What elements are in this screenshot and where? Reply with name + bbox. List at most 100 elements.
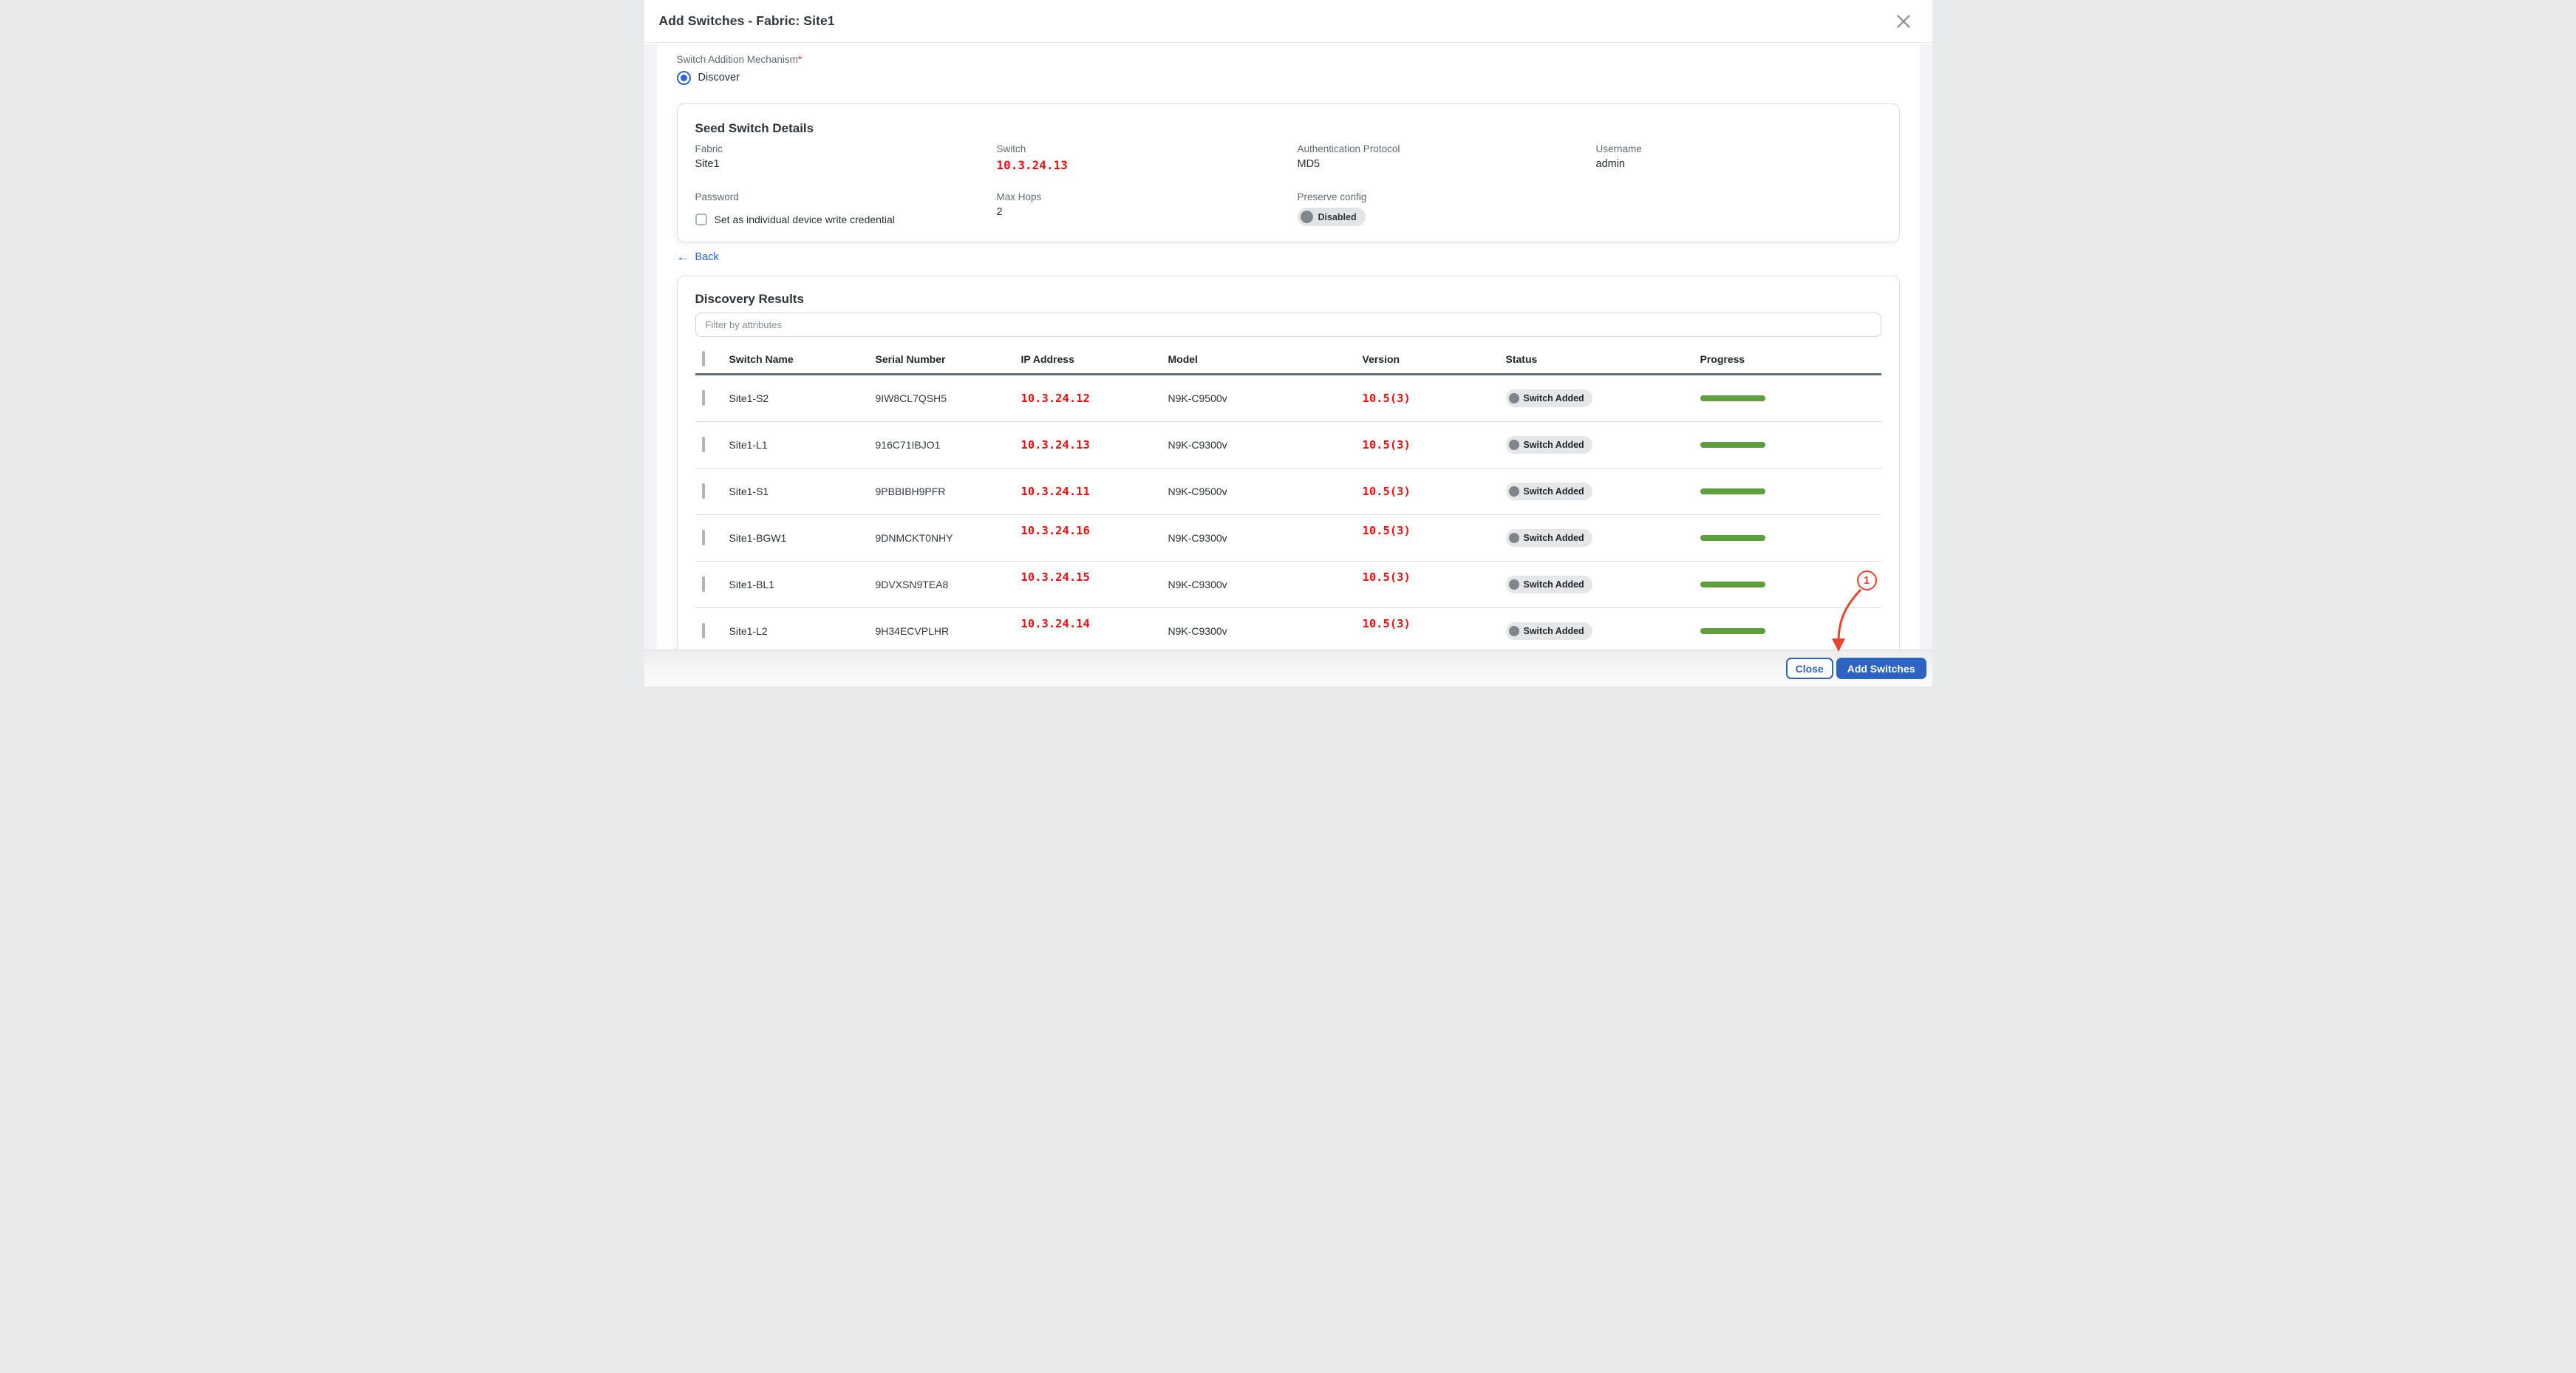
table-row: Site1-S1 9PBBIBH9PFR 10.3.24.11 N9K-C950… bbox=[695, 469, 1881, 515]
discovery-table: Switch Name Serial Number IP Address Mod… bbox=[695, 344, 1881, 650]
table-row: Site1-BL1 9DVXSN9TEA8 10.3.24.15 N9K-C93… bbox=[695, 562, 1881, 608]
table-row: Site1-BGW1 9DNMCKT0NHY 10.3.24.16 N9K-C9… bbox=[695, 515, 1881, 562]
dialog-surface: Switch Addition Mechanism* Discover Seed… bbox=[657, 44, 1920, 650]
status-dot-icon bbox=[1509, 626, 1519, 636]
write-credential-label: Set as individual device write credentia… bbox=[715, 214, 895, 225]
dialog-header: Add Switches - Fabric: Site1 bbox=[644, 0, 1932, 43]
back-link[interactable]: ← Back bbox=[677, 250, 719, 265]
field-max-hops-value: 2 bbox=[997, 205, 1298, 219]
status-badge: Switch Added bbox=[1506, 436, 1592, 454]
preserve-config-state: Disabled bbox=[1318, 212, 1357, 222]
col-switch-name: Switch Name bbox=[729, 353, 876, 365]
progress-bar bbox=[1700, 395, 1765, 401]
toggle-knob-icon bbox=[1301, 211, 1313, 223]
close-icon[interactable] bbox=[1894, 12, 1913, 31]
cell-version: 10.5(3) bbox=[1363, 438, 1506, 452]
mechanism-option-label: Discover bbox=[698, 72, 740, 84]
radio-selected-icon[interactable] bbox=[677, 71, 691, 85]
table-row: Site1-S2 9IW8CL7QSH5 10.3.24.12 N9K-C950… bbox=[695, 375, 1881, 422]
table-row: Site1-L2 9H34ECVPLHR 10.3.24.14 N9K-C930… bbox=[695, 608, 1881, 650]
cell-serial: 9DVXSN9TEA8 bbox=[876, 579, 1021, 590]
col-version: Version bbox=[1363, 353, 1506, 365]
progress-bar bbox=[1700, 488, 1765, 494]
add-switches-button[interactable]: Add Switches bbox=[1836, 658, 1926, 679]
dialog-title: Add Switches - Fabric: Site1 bbox=[659, 13, 835, 29]
cell-switch-name: Site1-BGW1 bbox=[729, 532, 876, 544]
write-credential-checkbox[interactable] bbox=[695, 214, 707, 225]
field-switch-value: 10.3.24.13 bbox=[997, 158, 1298, 173]
select-all-checkbox[interactable] bbox=[702, 351, 705, 367]
field-auth-protocol-value: MD5 bbox=[1298, 157, 1596, 171]
progress-bar bbox=[1700, 535, 1765, 541]
dialog-footer: Close Add Switches bbox=[644, 650, 1932, 686]
field-preserve-config: Preserve config Disabled bbox=[1298, 191, 1596, 227]
cell-model: N9K-C9300v bbox=[1168, 532, 1363, 544]
back-arrow-icon: ← bbox=[677, 251, 689, 264]
row-checkbox[interactable] bbox=[702, 530, 705, 545]
col-ip-address: IP Address bbox=[1021, 353, 1168, 365]
seed-fields-row-2: Password Set as individual device write … bbox=[695, 191, 1881, 227]
row-checkbox[interactable] bbox=[702, 390, 705, 406]
row-checkbox[interactable] bbox=[702, 623, 705, 638]
row-checkbox[interactable] bbox=[702, 437, 705, 452]
cell-model: N9K-C9500v bbox=[1168, 392, 1363, 404]
progress-bar bbox=[1700, 442, 1765, 448]
progress-bar bbox=[1700, 582, 1765, 587]
cell-serial: 9DNMCKT0NHY bbox=[876, 532, 1021, 544]
status-badge: Switch Added bbox=[1506, 576, 1592, 593]
cell-switch-name: Site1-L2 bbox=[729, 625, 876, 637]
status-dot-icon bbox=[1509, 486, 1519, 497]
col-serial-number: Serial Number bbox=[876, 353, 1021, 365]
cell-version: 10.5(3) bbox=[1363, 570, 1506, 584]
table-header-row: Switch Name Serial Number IP Address Mod… bbox=[695, 344, 1881, 375]
col-status: Status bbox=[1506, 353, 1700, 365]
status-dot-icon bbox=[1509, 393, 1519, 403]
dialog-body: Switch Addition Mechanism* Discover Seed… bbox=[644, 44, 1932, 650]
mechanism-option-discover[interactable]: Discover bbox=[677, 69, 1900, 86]
cell-ip: 10.3.24.14 bbox=[1021, 617, 1168, 630]
close-button[interactable]: Close bbox=[1786, 658, 1833, 679]
col-model: Model bbox=[1168, 353, 1363, 365]
seed-fields-row-1: Fabric Site1 Switch 10.3.24.13 Authentic… bbox=[695, 143, 1881, 173]
field-auth-protocol: Authentication Protocol MD5 bbox=[1298, 143, 1596, 173]
cell-switch-name: Site1-L1 bbox=[729, 439, 876, 451]
seed-switch-details-card: Seed Switch Details Fabric Site1 Switch … bbox=[677, 103, 1900, 242]
cell-serial: 9H34ECVPLHR bbox=[876, 625, 1021, 637]
status-badge: Switch Added bbox=[1506, 389, 1592, 407]
scrollbar-track[interactable] bbox=[1920, 44, 1932, 650]
status-dot-icon bbox=[1509, 440, 1519, 450]
write-credential-option[interactable]: Set as individual device write credentia… bbox=[695, 214, 997, 225]
cell-ip: 10.3.24.12 bbox=[1021, 392, 1168, 405]
cell-model: N9K-C9500v bbox=[1168, 486, 1363, 497]
cell-serial: 9IW8CL7QSH5 bbox=[876, 392, 1021, 404]
field-switch: Switch 10.3.24.13 bbox=[997, 143, 1298, 173]
preserve-config-toggle[interactable]: Disabled bbox=[1298, 208, 1366, 226]
cell-ip: 10.3.24.15 bbox=[1021, 570, 1168, 584]
table-row: Site1-L1 916C71IBJO1 10.3.24.13 N9K-C930… bbox=[695, 422, 1881, 469]
cell-switch-name: Site1-S2 bbox=[729, 392, 876, 404]
cell-version: 10.5(3) bbox=[1363, 617, 1506, 630]
back-label: Back bbox=[695, 251, 719, 263]
cell-switch-name: Site1-BL1 bbox=[729, 579, 876, 590]
field-username: Username admin bbox=[1596, 143, 1881, 173]
cell-version: 10.5(3) bbox=[1363, 485, 1506, 498]
status-badge: Switch Added bbox=[1506, 622, 1592, 640]
cell-version: 10.5(3) bbox=[1363, 524, 1506, 537]
cell-model: N9K-C9300v bbox=[1168, 579, 1363, 590]
required-asterisk: * bbox=[798, 54, 802, 65]
row-checkbox[interactable] bbox=[702, 576, 705, 592]
field-max-hops: Max Hops 2 bbox=[997, 191, 1298, 227]
cell-ip: 10.3.24.11 bbox=[1021, 485, 1168, 498]
status-badge: Switch Added bbox=[1506, 529, 1592, 547]
mechanism-label: Switch Addition Mechanism* bbox=[677, 53, 1900, 66]
cell-ip: 10.3.24.13 bbox=[1021, 438, 1168, 452]
status-badge: Switch Added bbox=[1506, 483, 1592, 500]
field-password: Password Set as individual device write … bbox=[695, 191, 997, 227]
row-checkbox[interactable] bbox=[702, 483, 705, 499]
filter-input[interactable] bbox=[695, 313, 1881, 337]
status-dot-icon bbox=[1509, 579, 1519, 590]
cell-model: N9K-C9300v bbox=[1168, 625, 1363, 637]
cell-ip: 10.3.24.16 bbox=[1021, 524, 1168, 537]
discovery-title: Discovery Results bbox=[695, 291, 1881, 307]
cell-serial: 916C71IBJO1 bbox=[876, 439, 1021, 451]
